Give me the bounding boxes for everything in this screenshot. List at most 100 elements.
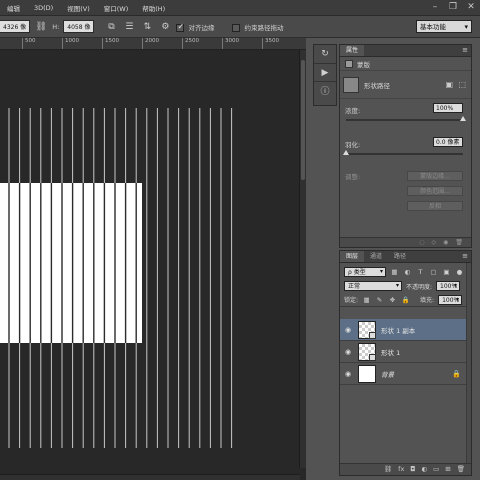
properties-tabs: 属性 ≡ — [340, 45, 471, 57]
layer-name[interactable]: 形状 1 — [381, 347, 400, 357]
pixel-mask-icon[interactable]: ▣ — [445, 80, 453, 89]
path-arrangement-icon[interactable]: ⇅ — [140, 20, 154, 34]
ruler-tick-label: 500 — [22, 38, 36, 49]
layer-row[interactable]: ◉ 形状 1 副本 — [340, 319, 471, 341]
mask-label: 蒙版 — [357, 60, 370, 69]
menu-bar: 编辑 3D(D) 视图(V) 窗口(W) 帮助(H) – ❐ ✕ — [0, 0, 480, 16]
layers-panel: 图层 通道 路径 ≡ ρ 类型 ▦ ◐ T ▢ ▣ ● 正常 不透明度: 100… — [339, 250, 472, 476]
layer-filter-select[interactable]: ρ 类型 — [344, 267, 386, 277]
horizontal-scrollbar[interactable] — [0, 474, 300, 480]
apply-mask-icon[interactable]: ◇ — [432, 238, 437, 247]
smart-filter-icon[interactable]: ▣ — [442, 268, 451, 276]
opacity-field[interactable]: 100% — [436, 281, 461, 291]
link-dimensions-icon[interactable]: ⛓ — [34, 20, 48, 34]
layer-thumbnail — [358, 320, 376, 339]
info-icon[interactable]: ⓘ — [314, 81, 336, 99]
close-icon[interactable]: ✕ — [466, 2, 476, 12]
feather-slider-knob[interactable] — [343, 150, 349, 155]
group-icon[interactable]: ▭ — [433, 464, 439, 475]
lock-position-icon[interactable]: ✥ — [388, 296, 397, 304]
layer-row[interactable]: ◉ 形状 1 — [340, 341, 471, 363]
feather-field[interactable]: 0.0 像素 — [433, 137, 463, 147]
fx-icon[interactable]: fx — [398, 464, 404, 475]
density-field[interactable]: 100% — [433, 103, 463, 113]
layer-filter-row: ρ 类型 ▦ ◐ T ▢ ▣ ● — [340, 265, 471, 279]
type-filter-icon[interactable]: T — [416, 268, 425, 276]
layers-scrollbar[interactable] — [466, 263, 471, 463]
blend-mode-select[interactable]: 正常 — [344, 281, 402, 291]
mask-icon[interactable]: ◘ — [410, 464, 415, 475]
menu-help[interactable]: 帮助(H) — [135, 3, 172, 13]
workspace-select[interactable]: 基本功能 — [416, 20, 472, 33]
density-label: 浓度: — [345, 107, 361, 115]
path-alignment-icon[interactable]: ☰ — [122, 20, 136, 34]
eye-icon[interactable]: ◉ — [340, 370, 356, 378]
window-controls: – ❐ ✕ — [430, 2, 476, 12]
lock-label: 锁定: — [344, 297, 359, 304]
pixel-filter-icon[interactable]: ▦ — [390, 268, 399, 276]
eye-icon[interactable]: ◉ — [340, 348, 356, 356]
height-field[interactable]: 4058 像 — [63, 20, 95, 33]
new-layer-icon[interactable]: ⊞ — [445, 464, 450, 475]
tab-properties[interactable]: 属性 — [340, 45, 365, 56]
menu-view[interactable]: 视图(V) — [60, 3, 97, 13]
menu-edit[interactable]: 编辑 — [0, 3, 27, 13]
height-label: H: — [52, 22, 60, 31]
lock-all-icon[interactable]: 🔒 — [401, 296, 410, 304]
align-edges-checkbox[interactable] — [176, 22, 185, 32]
layer-name[interactable]: 背景 — [381, 369, 394, 379]
adjustment-filter-icon[interactable]: ◐ — [403, 268, 412, 276]
width-field[interactable]: 4326 像 — [0, 20, 31, 33]
gear-icon[interactable]: ⚙ — [158, 20, 172, 34]
shape-filter-icon[interactable]: ▢ — [429, 268, 438, 276]
history-icon[interactable]: ↻ — [314, 45, 336, 63]
align-edges-label: 对齐边缘 — [188, 23, 215, 32]
lock-pixels-icon[interactable]: ✎ — [375, 296, 384, 304]
menu-window[interactable]: 窗口(W) — [97, 3, 136, 13]
panel-menu-icon[interactable]: ≡ — [462, 45, 468, 56]
path-operations-icon[interactable]: ⧉ — [104, 20, 118, 34]
layer-row[interactable]: ◉ 背景 🔒 — [340, 363, 471, 385]
ruler-tick-label: 3000 — [222, 38, 239, 49]
play-icon[interactable]: ▶ — [314, 63, 336, 81]
density-row: 浓度: 100% — [340, 99, 471, 133]
document-canvas[interactable] — [0, 50, 306, 480]
layers-footer: ⛓ fx ◘ ◐ ▭ ⊞ 🗑 — [340, 463, 471, 475]
trash-icon[interactable]: 🗑 — [457, 464, 465, 475]
menu-3d[interactable]: 3D(D) — [27, 4, 60, 12]
visibility-icon[interactable]: ◉ — [443, 238, 448, 247]
eye-icon[interactable]: ◉ — [340, 326, 356, 334]
layer-name[interactable]: 形状 1 副本 — [381, 325, 415, 335]
color-range-button[interactable]: 颜色范围... — [407, 186, 463, 196]
mask-edge-button[interactable]: 蒙版边缘... — [407, 171, 463, 181]
load-selection-icon[interactable]: ◌ — [419, 238, 424, 247]
density-slider-knob[interactable] — [460, 116, 466, 121]
adjustment-icon[interactable]: ◐ — [421, 464, 427, 475]
lock-transparency-icon[interactable]: ▦ — [362, 296, 371, 304]
filter-toggle-icon[interactable]: ● — [455, 268, 464, 276]
horizontal-ruler: 500 1000 1500 2000 2500 3000 3500 — [0, 38, 306, 50]
fill-field[interactable]: 100% — [438, 294, 463, 305]
blend-row: 正常 不透明度: 100% — [340, 279, 471, 293]
tab-channels[interactable]: 通道 — [364, 251, 388, 262]
constrain-path-checkbox[interactable] — [232, 23, 241, 32]
canvas-area: 500 1000 1500 2000 2500 3000 3500 — [0, 38, 306, 480]
restore-icon[interactable]: ❐ — [448, 2, 458, 12]
vertical-scrollbar[interactable] — [299, 50, 306, 468]
ruler-tick-label: 2500 — [182, 38, 199, 49]
density-slider[interactable] — [346, 116, 466, 121]
ruler-tick-label: 1000 — [62, 38, 79, 49]
layer-thumbnail — [358, 342, 376, 361]
layers-menu-icon[interactable]: ≡ — [462, 251, 468, 262]
feather-slider[interactable] — [343, 150, 463, 155]
link-icon[interactable]: ⛓ — [384, 464, 392, 475]
feather-label: 羽化: — [345, 141, 361, 149]
panel-icon-strip: ↻ ▶ ⓘ — [313, 44, 337, 106]
tab-paths[interactable]: 路径 — [388, 251, 412, 262]
invert-button[interactable]: 反相 — [407, 201, 463, 211]
vector-mask-icon[interactable]: ⬚ — [458, 80, 466, 89]
delete-mask-icon[interactable]: 🗑 — [455, 238, 463, 247]
tab-layers[interactable]: 图层 — [340, 251, 365, 262]
properties-panel: 属性 ≡ 蒙版 形状路径 ▣ ⬚ 浓度: 100% 羽化: 0.0 像素 调整:… — [339, 44, 472, 248]
minimize-icon[interactable]: – — [430, 2, 440, 12]
